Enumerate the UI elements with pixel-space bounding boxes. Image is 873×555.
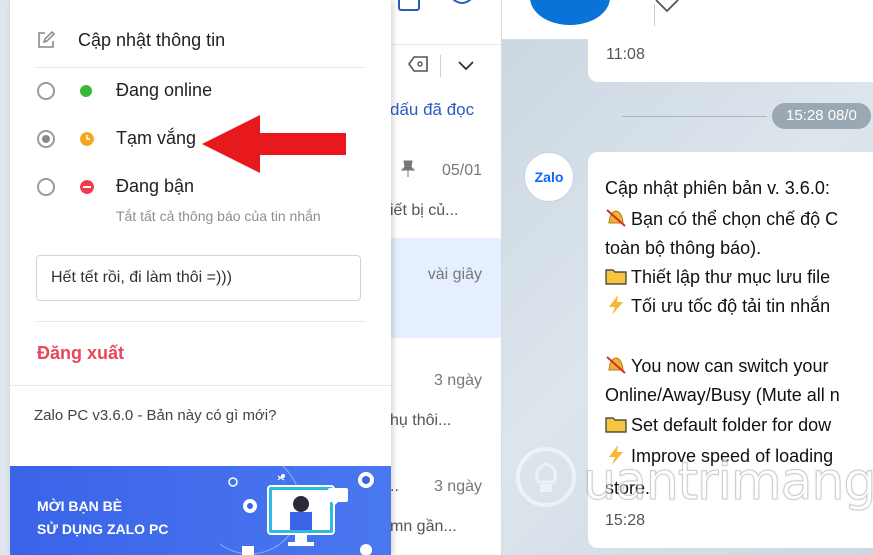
chevron-down-icon[interactable] (456, 55, 476, 75)
message-line-text: Thiết lập thư mục lưu file (631, 267, 831, 287)
online-status-dot (80, 85, 92, 97)
conversation-item[interactable]: .. 3 ngày mn gần... (390, 450, 501, 555)
update-info-item[interactable]: Cập nhật thông tin (10, 22, 391, 62)
add-contact-icon[interactable] (396, 0, 424, 16)
menu-divider (36, 321, 365, 322)
radio-button[interactable] (37, 178, 55, 196)
conversation-snippet: mn gần... (390, 518, 457, 535)
conversation-item-selected[interactable]: vài giây (390, 238, 501, 338)
conversation-snippet: hụ thôi... (390, 412, 452, 429)
radio-button[interactable] (37, 82, 55, 100)
conversation-time: 3 ngày (433, 478, 482, 495)
status-menu: Cập nhật thông tin Đang online Tạm vắng … (10, 0, 391, 555)
folder-icon (605, 269, 627, 285)
update-info-label: Cập nhật thông tin (78, 30, 226, 50)
pin-icon (400, 160, 416, 177)
red-arrow-annotation (202, 115, 346, 173)
message-line: Set default folder for dow (605, 414, 831, 436)
muted-bell-icon (606, 356, 626, 374)
banner-illustration (220, 466, 374, 555)
message-line-text: You now can switch your (631, 356, 829, 376)
filter-separator (440, 55, 441, 77)
lightning-icon (609, 295, 623, 315)
busy-status-description: Tắt tất cả thông báo của tin nhắn (116, 208, 321, 224)
conversation-time: 3 ngày (433, 372, 482, 389)
watermark-text: uantrimang (582, 452, 873, 513)
date-divider-line (622, 116, 767, 117)
conversation-item[interactable]: 3 ngày hụ thôi... (390, 345, 501, 445)
banner-line-1: MỜI BẠN BÈ (37, 498, 123, 514)
mark-as-read-link[interactable]: dấu đã đọc (390, 100, 474, 120)
version-link[interactable]: Zalo PC v3.6.0 - Bản này có gì mới? (34, 407, 276, 424)
message-line: toàn bộ thông báo). (605, 238, 762, 258)
tag-icon[interactable] (408, 55, 430, 73)
muted-bell-icon (606, 209, 626, 227)
conversation-snippet: iết bị củ... (390, 202, 459, 219)
status-option-online[interactable]: Đang online (10, 72, 391, 112)
lightbulb-icon (516, 447, 576, 507)
do-not-disturb-icon (80, 180, 94, 194)
message-line: Thiết lập thư mục lưu file (605, 266, 830, 288)
message-bubble: 11:08 (588, 28, 873, 82)
menu-divider (10, 385, 391, 386)
conversation-time: 05/01 (441, 162, 482, 179)
conversation-item[interactable]: 05/01 iết bị củ... (390, 135, 501, 235)
message-line: Tối ưu tốc độ tải tin nhắn (605, 295, 830, 317)
menu-divider (36, 67, 365, 68)
status-label: Đang bận (116, 176, 195, 196)
banner-line-2: SỬ DỤNG ZALO PC (37, 521, 169, 537)
away-clock-icon (80, 132, 94, 146)
zalo-avatar[interactable]: Zalo (524, 152, 574, 202)
conversation-list-top-toolbar (390, 0, 501, 45)
filter-toolbar (390, 45, 501, 85)
message-line-text: Set default folder for dow (631, 415, 832, 435)
chat-bubble-icon[interactable] (446, 0, 478, 16)
invite-friends-banner[interactable]: MỜI BẠN BÈ SỬ DỤNG ZALO PC (10, 466, 391, 555)
edit-icon (38, 30, 56, 48)
chevron-down-icon[interactable] (652, 0, 682, 18)
chat-header-avatar[interactable] (530, 0, 610, 25)
message-line: Cập nhật phiên bản v. 3.6.0: (605, 178, 830, 198)
date-separator: 15:28 08/0 (772, 103, 871, 129)
status-label: Đang online (116, 80, 213, 100)
message-line-text: Bạn có thể chọn chế độ C (631, 209, 839, 229)
message-line: Online/Away/Busy (Mute all n (605, 385, 840, 405)
message-line-text: Tối ưu tốc độ tải tin nhắn (631, 296, 831, 316)
status-label: Tạm vắng (116, 128, 197, 148)
conversation-time: vài giây (427, 266, 482, 283)
message-time: 11:08 (606, 46, 645, 63)
message-line: You now can switch your (605, 355, 828, 377)
folder-icon (605, 417, 627, 433)
status-message-input[interactable]: Hết tết rồi, đi làm thôi =))) (36, 255, 361, 301)
watermark: uantrimang (505, 440, 873, 530)
conversation-prefix: .. (390, 478, 399, 495)
logout-button[interactable]: Đăng xuất (37, 343, 124, 364)
radio-button-checked[interactable] (37, 130, 55, 148)
message-line: Bạn có thể chọn chế độ C (605, 208, 838, 230)
conversation-list: dấu đã đọc 05/01 iết bị củ... vài giây 3… (390, 0, 502, 555)
